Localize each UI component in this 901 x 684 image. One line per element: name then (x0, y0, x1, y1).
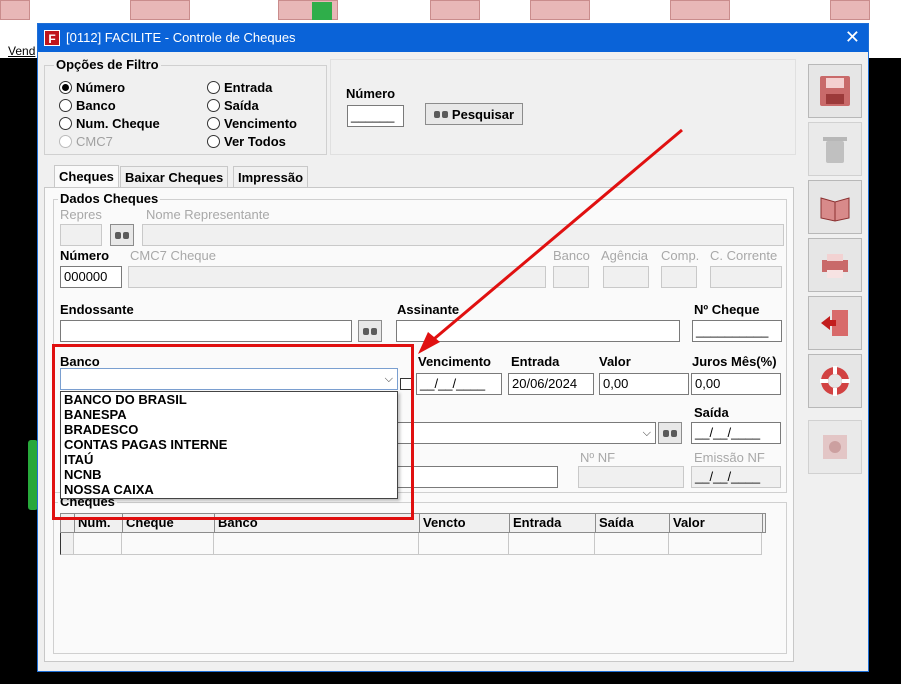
annotation-arrow (418, 128, 683, 354)
